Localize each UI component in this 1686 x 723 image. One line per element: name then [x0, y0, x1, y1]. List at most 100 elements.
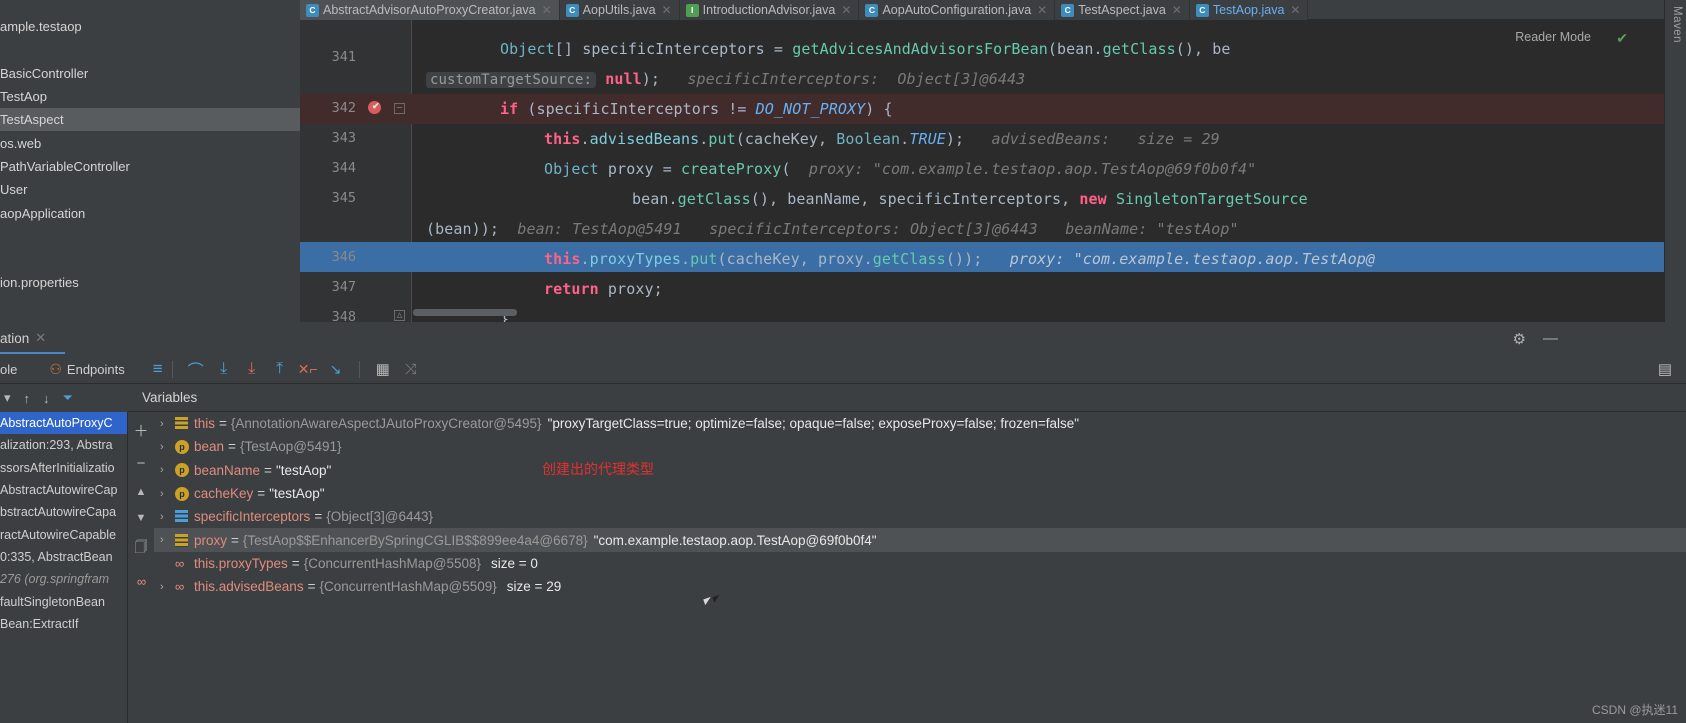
project-tree-item[interactable]: TestAspect: [0, 108, 300, 132]
project-tree-item[interactable]: [0, 248, 300, 271]
frame-row[interactable]: faultSingletonBean: [0, 590, 127, 612]
copy-icon[interactable]: 🗍: [135, 538, 148, 560]
endpoints-tab[interactable]: ⚇ Endpoints: [49, 355, 124, 384]
variable-row[interactable]: ∞ this.proxyTypes = {ConcurrentHashMap@5508…: [154, 552, 1686, 575]
project-tree-item[interactable]: [0, 38, 300, 61]
project-tree-item[interactable]: ample.testaop: [0, 15, 300, 38]
chevron-right-icon[interactable]: ›: [160, 464, 175, 476]
debug-session-tab[interactable]: ation ✕: [0, 322, 46, 354]
parameter-icon: p: [175, 486, 194, 501]
layout-settings-icon[interactable]: ▤: [1658, 355, 1672, 384]
close-icon[interactable]: ✕: [35, 330, 46, 346]
project-tree-item[interactable]: ion.properties: [0, 271, 300, 294]
variable-size: size = 29: [506, 579, 562, 595]
variable-row[interactable]: › ∞ this.advisedBeans = {ConcurrentHashMap@5…: [154, 575, 1686, 598]
code-editor[interactable]: ✔ − ▵ 341 342 343 344 345 346 347 348 Ob…: [300, 20, 1686, 322]
close-icon[interactable]: ✕: [662, 3, 672, 17]
editor-tab-4[interactable]: C TestAspect.java ✕: [1055, 0, 1190, 20]
evaluate-expression-icon[interactable]: ▦: [369, 355, 397, 384]
close-icon[interactable]: ✕: [542, 3, 552, 17]
chevron-down-icon[interactable]: ▾: [4, 390, 11, 406]
close-icon[interactable]: ✕: [1172, 3, 1182, 17]
variable-row[interactable]: › this = {AnnotationAwareAspectJAutoProxyCr…: [154, 412, 1686, 435]
variable-row[interactable]: › specificInterceptors = {Object[3]@6443}: [154, 505, 1686, 528]
editor-horizontal-scrollbar[interactable]: [413, 309, 517, 316]
editor-tab-1[interactable]: C AopUtils.java ✕: [559, 0, 680, 20]
variable-row[interactable]: › p beanName = "testAop": [154, 459, 1686, 482]
frames-toolbar[interactable]: ▾ ↑ ↓ ⏷: [0, 384, 128, 412]
project-tree-item-label: ion.properties: [0, 275, 79, 291]
maven-tool-strip[interactable]: Maven: [1664, 0, 1686, 322]
maven-tool-label[interactable]: Maven: [1671, 6, 1683, 43]
variables-list[interactable]: › this = {AnnotationAwareAspectJAutoProxyCr…: [154, 412, 1686, 723]
editor-tab-0[interactable]: C AbstractAdvisorAutoProxyCreator.java ✕: [300, 0, 560, 20]
frame-row[interactable]: bstractAutowireCapa: [0, 501, 127, 523]
close-icon[interactable]: ✕: [841, 3, 851, 17]
drop-frame-icon[interactable]: ✕⌐: [294, 355, 322, 384]
frame-row[interactable]: Bean:ExtractIf: [0, 613, 127, 635]
frame-row[interactable]: ssorsAfterInitializatio: [0, 457, 127, 479]
chevron-right-icon[interactable]: ›: [160, 441, 175, 453]
chevron-right-icon[interactable]: ›: [160, 488, 175, 500]
frame-row-label: 0:335, AbstractBean: [0, 549, 113, 564]
chevron-right-icon[interactable]: ›: [160, 511, 175, 523]
variables-side-toolbar[interactable]: ＋ − ▲ ▼ 🗍 ∞: [128, 412, 154, 723]
up-arrow-icon[interactable]: ↑: [24, 391, 31, 406]
step-out-icon[interactable]: ⤒: [266, 355, 294, 384]
project-tree-list[interactable]: ample.testaop BasicController TestAop TestA…: [0, 15, 300, 295]
editor-tab-3[interactable]: C AopAutoConfiguration.java ✕: [859, 0, 1056, 20]
frame-row[interactable]: ractAutowireCapable: [0, 523, 127, 545]
remove-watch-icon[interactable]: −: [137, 455, 146, 472]
watch-icon[interactable]: ∞: [137, 574, 146, 589]
down-arrow-icon[interactable]: ↓: [43, 391, 50, 406]
project-tree-item[interactable]: aopApplication: [0, 201, 300, 224]
step-into-icon[interactable]: ⤓: [210, 355, 238, 384]
debug-toolbar[interactable]: ole ⚇ Endpoints ≡ ⌒ ⤓ ⤓ ⤒ ✕⌐ ↘ ▦ ⤨ ▤: [0, 355, 1686, 384]
checkmark-icon[interactable]: ✔: [1616, 30, 1628, 47]
editor-tab-2[interactable]: I IntroductionAdvisor.java ✕: [679, 0, 860, 20]
console-tab[interactable]: ole: [0, 355, 17, 384]
frame-row[interactable]: 276 (org.springfram: [0, 568, 127, 590]
force-step-into-icon[interactable]: ⤓: [238, 355, 266, 384]
project-tree-item[interactable]: os.web: [0, 131, 300, 154]
run-to-cursor-icon[interactable]: ↘: [322, 355, 350, 384]
equals-sign: =: [257, 486, 266, 502]
move-up-icon[interactable]: ▲: [136, 486, 147, 498]
inline-value-hint: advisedBeans: size = 29: [991, 130, 1220, 148]
project-tree-item[interactable]: TestAop: [0, 85, 300, 108]
add-watch-icon[interactable]: ＋: [133, 420, 148, 441]
show-execution-point-icon[interactable]: ≡: [153, 355, 163, 384]
chevron-right-icon[interactable]: ›: [160, 418, 175, 430]
variable-row[interactable]: › proxy = {TestAop$$EnhancerBySpringCGLIB$$…: [154, 528, 1686, 552]
minimize-icon[interactable]: —: [1543, 330, 1558, 347]
editor-tab-label: TestAspect.java: [1078, 3, 1166, 17]
chevron-right-icon[interactable]: ›: [160, 534, 175, 546]
project-tree-item[interactable]: PathVariableController: [0, 155, 300, 178]
reader-mode-label[interactable]: Reader Mode: [1515, 30, 1591, 44]
stack-frame-icon: [175, 417, 194, 431]
threads-settings-icon[interactable]: ⤨: [397, 355, 425, 384]
project-tree-item[interactable]: User: [0, 178, 300, 201]
code-fold-icon[interactable]: −: [394, 103, 405, 114]
close-icon[interactable]: ✕: [1290, 3, 1300, 17]
gear-icon[interactable]: ⚙: [1513, 330, 1526, 348]
step-over-icon[interactable]: ⌒: [182, 355, 210, 384]
code-text-area[interactable]: Object[] specificInterceptors = getAdvic…: [412, 20, 1686, 322]
chevron-right-icon[interactable]: ›: [160, 581, 175, 593]
project-tree-item[interactable]: [0, 225, 300, 248]
close-icon[interactable]: ✕: [1037, 3, 1047, 17]
frame-row[interactable]: alization:293, Abstra: [0, 434, 127, 456]
project-tree-item[interactable]: BasicController: [0, 62, 300, 85]
filter-icon[interactable]: ⏷: [63, 390, 73, 406]
frame-row[interactable]: AbstractAutoProxyC: [0, 412, 127, 435]
variable-row[interactable]: › p bean = {TestAop@5491}: [154, 435, 1686, 458]
frame-row[interactable]: AbstractAutowireCap: [0, 479, 127, 501]
frame-row[interactable]: 0:335, AbstractBean: [0, 546, 127, 568]
code-fold-icon[interactable]: ▵: [394, 310, 405, 321]
variable-row[interactable]: › p cacheKey = "testAop": [154, 482, 1686, 505]
variable-string-value: "testAop": [269, 486, 325, 502]
editor-tab-5[interactable]: C TestAop.java ✕: [1189, 0, 1309, 20]
frames-list[interactable]: AbstractAutoProxyC alization:293, Abstra s…: [0, 412, 128, 723]
editor-tab-bar[interactable]: C AbstractAdvisorAutoProxyCreator.java ✕ C A…: [300, 0, 1686, 20]
move-down-icon[interactable]: ▼: [136, 512, 147, 524]
